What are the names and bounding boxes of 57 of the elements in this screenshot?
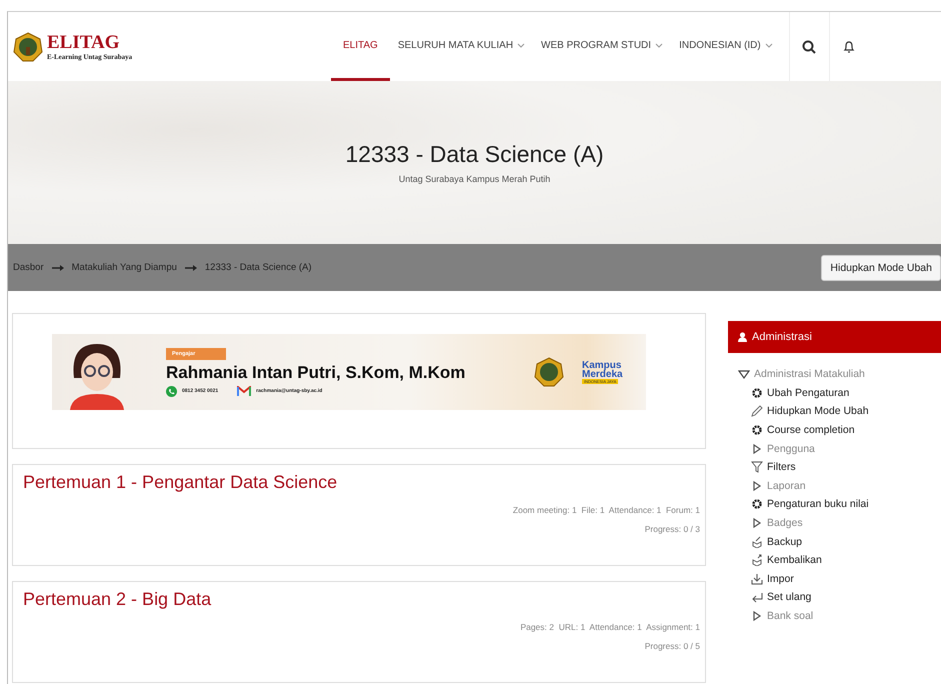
nav-link[interactable]: WEB PROGRAM STUDI	[533, 12, 672, 81]
section-title[interactable]: Pertemuan 1 - Pengantar Data Science	[23, 472, 700, 493]
menu-link[interactable]: Filters	[767, 461, 796, 474]
menu-link[interactable]: Bank soal	[767, 610, 814, 622]
nav-link[interactable]: SELURUH MATA KULIAH	[390, 12, 534, 81]
box-icon	[751, 536, 763, 548]
menu-link[interactable]: Badges	[767, 517, 803, 530]
activity-summary: Pages: 2 URL: 1 Attendance: 1 Assignment: 1	[520, 622, 700, 632]
progress-text: Progress: 0 / 5	[644, 641, 700, 651]
arrow-right-icon	[184, 264, 197, 270]
menu-link[interactable]: Kembalikan	[767, 554, 822, 566]
brand-text: Merdeka	[582, 370, 623, 378]
menu-link[interactable]: Laporan	[767, 480, 806, 492]
pencil-icon	[751, 405, 763, 418]
filter-icon	[751, 461, 763, 474]
menu-link[interactable]: Pengguna	[767, 442, 815, 455]
reset-arrow-icon	[751, 591, 763, 604]
university-seal-icon	[534, 357, 564, 387]
emblem-icon	[13, 32, 43, 62]
mail-icon	[237, 386, 252, 396]
triangle-down-icon[interactable]	[738, 368, 750, 380]
course-subtitle: Untag Surabaya Kampus Merah Putih	[398, 174, 550, 184]
tree-node[interactable]: Administrasi Matakuliah	[754, 368, 865, 380]
menu-link[interactable]: Hidupkan Mode Ubah	[767, 405, 869, 418]
menu-link[interactable]: Set ulang	[767, 591, 812, 604]
bell-icon	[843, 40, 856, 54]
breadcrumb-link[interactable]: Matakuliah Yang Diampu	[72, 262, 177, 273]
activity-summary: Zoom meeting: 1 File: 1 Attendance: 1 Forum: 1	[512, 505, 700, 515]
gear-icon	[751, 424, 763, 436]
breadcrumb-current: 12333 - Data Science (A)	[204, 262, 312, 273]
brand-text: Kampus	[582, 360, 622, 370]
nav-link[interactable]: INDONESIAN (ID)	[671, 12, 781, 81]
menu-link[interactable]: Backup	[767, 536, 802, 548]
triangle-right-icon	[751, 480, 763, 492]
tray-icon	[751, 572, 763, 585]
user-icon	[738, 332, 747, 342]
arrow-right-icon	[52, 264, 64, 270]
menu-link[interactable]: Impor	[767, 572, 794, 585]
box-arrow-icon	[751, 554, 763, 566]
gear-icon	[751, 498, 763, 510]
triangle-right-icon	[751, 517, 763, 530]
instructor-name: Rahmania Intan Putri, S.Kom, M.Kom	[166, 362, 466, 382]
search-icon	[802, 40, 816, 54]
progress-text: Progress: 0 / 3	[644, 524, 700, 534]
gear-icon	[751, 386, 763, 399]
breadcrumb-link[interactable]: Dasbor	[13, 262, 44, 273]
section-title[interactable]: Pertemuan 2 - Big Data	[23, 589, 700, 610]
menu-link[interactable]: Course completion	[767, 424, 855, 436]
logo-title[interactable]: ELITAG	[47, 32, 132, 52]
phone-chat-icon	[166, 386, 177, 396]
triangle-right-icon	[751, 442, 763, 455]
course-title: 12333 - Data Science (A)	[345, 141, 604, 168]
menu-link[interactable]: Pengaturan buku nilai	[767, 498, 869, 510]
block-title: Administrasi	[752, 331, 812, 343]
menu-link[interactable]: Ubah Pengaturan	[767, 386, 850, 399]
triangle-right-icon	[751, 610, 763, 622]
edit-mode-button[interactable]: Hidupkan Mode Ubah	[821, 254, 941, 280]
